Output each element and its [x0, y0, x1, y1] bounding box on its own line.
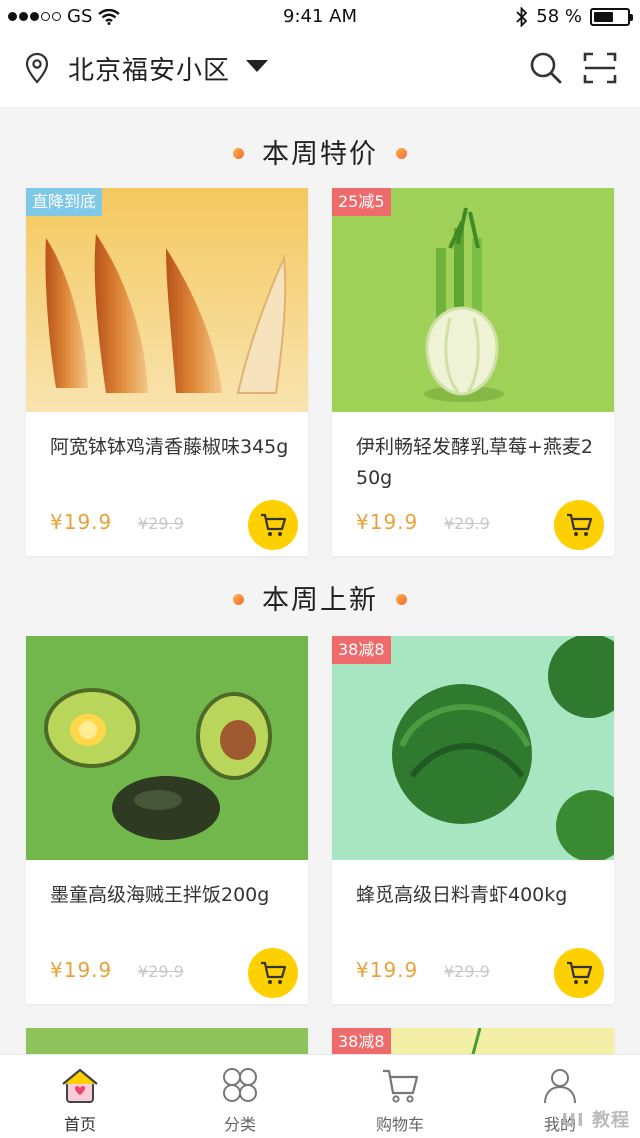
section-title-deals: 本周特价	[0, 132, 640, 172]
tab-cart-label: 购物车	[375, 1115, 424, 1134]
section-title-new-arrivals: 本周上新	[0, 578, 640, 618]
product-original-price: ¥29.9	[444, 962, 490, 981]
product-card[interactable]: 墨童高级海贼王拌饭200g ¥19.9 ¥29.9	[26, 636, 308, 1004]
product-image-bamboo-shoots	[26, 188, 308, 412]
product-image-avocado	[26, 636, 308, 860]
product-name: 伊利畅轻发酵乳草莓+燕麦250g	[356, 436, 594, 489]
status-right: 58 %	[516, 6, 633, 27]
section-bullet	[396, 148, 407, 159]
user-icon	[544, 1069, 576, 1104]
product-card[interactable]: 25减5 伊利畅轻发酵乳草莓+燕麦250g ¥19.9 ¥29.9	[332, 188, 614, 556]
product-card[interactable]: 直降到底 阿宽钵钵鸡清香藤椒味345g ¥19.9 ¥29.9	[26, 188, 308, 556]
status-bar: GS 9:41 AM 58 %	[0, 0, 640, 34]
add-to-cart-button[interactable]	[554, 948, 604, 998]
bottom-tab-bar: 首页 分类 购物车 我的 UI 教程	[0, 1054, 640, 1138]
category-icon	[223, 1068, 257, 1102]
product-price: ¥19.9	[356, 958, 419, 982]
promo-badge: 直降到底	[26, 188, 103, 216]
watermark-logo: UI 教程	[561, 1110, 630, 1131]
add-to-cart-button[interactable]	[554, 500, 604, 550]
scan-icon[interactable]	[582, 50, 618, 86]
home-icon	[62, 1068, 98, 1103]
tab-category[interactable]: 分类	[160, 1055, 320, 1138]
add-to-cart-button[interactable]	[248, 948, 298, 998]
tab-home[interactable]: 首页	[0, 1055, 160, 1138]
location-pin-icon[interactable]	[24, 52, 50, 84]
product-price: ¥19.9	[356, 510, 419, 534]
product-image-brussels-sprouts	[332, 636, 614, 860]
section-bullet	[233, 594, 244, 605]
product-card[interactable]: 38减8 蜂觅高级日料青虾400kg ¥19.9 ¥29.9	[332, 636, 614, 1004]
product-original-price: ¥29.9	[138, 962, 184, 981]
product-name: 墨童高级海贼王拌饭200g	[50, 884, 270, 906]
tab-cart[interactable]: 购物车	[320, 1055, 480, 1138]
search-icon[interactable]	[528, 50, 564, 86]
add-to-cart-button[interactable]	[248, 500, 298, 550]
cart-icon	[567, 513, 593, 536]
top-header: 北京福安小区	[0, 34, 640, 108]
tab-category-label: 分类	[223, 1115, 256, 1134]
product-price: ¥19.9	[50, 510, 113, 534]
tab-home-label: 首页	[63, 1115, 96, 1134]
shopping-cart-icon	[383, 1069, 419, 1103]
caret-down-icon[interactable]	[246, 60, 268, 72]
section-title-text: 本周特价	[262, 139, 378, 170]
product-original-price: ¥29.9	[444, 514, 490, 533]
cart-icon	[261, 961, 287, 984]
promo-badge: 38减8	[332, 1028, 391, 1056]
bluetooth-icon	[516, 6, 528, 27]
promo-badge: 38减8	[332, 636, 391, 664]
battery-icon	[590, 7, 633, 26]
section-title-text: 本周上新	[262, 585, 378, 616]
cart-icon	[261, 513, 287, 536]
location-selector[interactable]: 北京福安小区	[68, 50, 230, 87]
battery-percent: 58 %	[536, 6, 582, 27]
product-original-price: ¥29.9	[138, 514, 184, 533]
product-name: 蜂觅高级日料青虾400kg	[356, 884, 568, 906]
product-price: ¥19.9	[50, 958, 113, 982]
section-bullet	[396, 594, 407, 605]
promo-badge: 25减5	[332, 188, 391, 216]
product-image-fennel	[332, 188, 614, 412]
cart-icon	[567, 961, 593, 984]
product-name: 阿宽钵钵鸡清香藤椒味345g	[50, 436, 289, 458]
section-bullet	[233, 148, 244, 159]
